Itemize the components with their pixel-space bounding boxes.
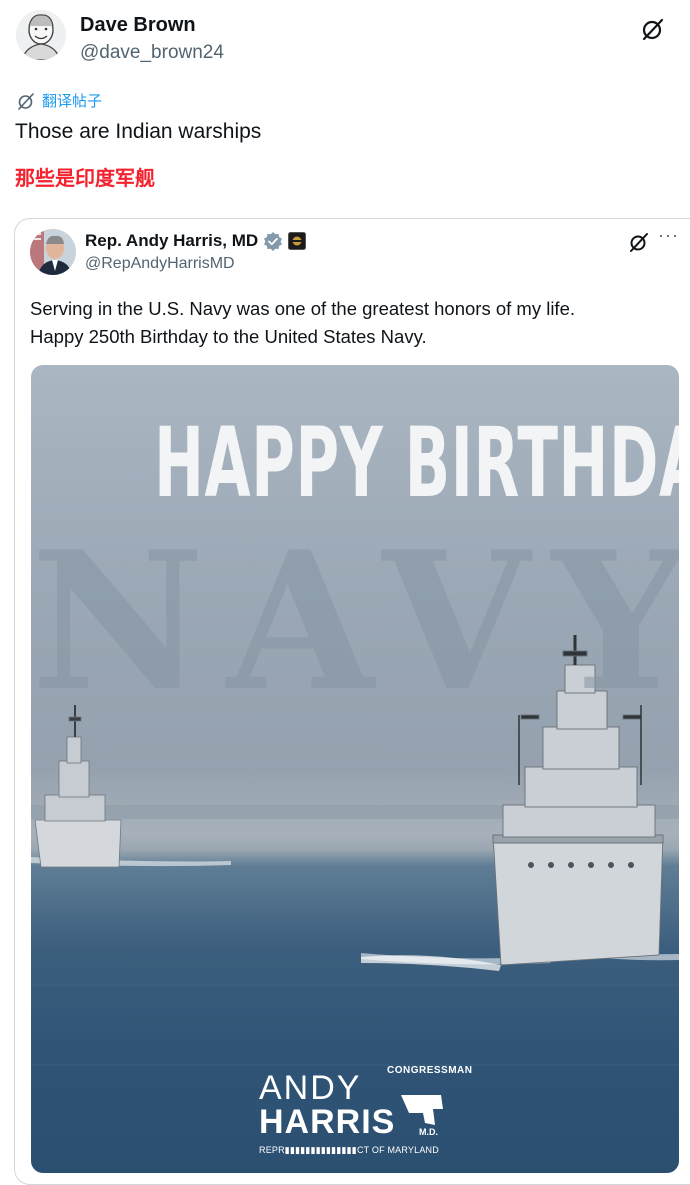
translate-post-label[interactable]: 翻译帖子: [42, 90, 102, 111]
translate-post-link[interactable]: 翻译帖子: [16, 90, 102, 111]
post-text: Those are Indian warships: [15, 120, 262, 143]
image-subheadline: NAVY: [31, 510, 679, 733]
logo-last-name: HARRIS: [259, 1103, 396, 1141]
congressman-logo: CONGRESSMAN ANDY HARRIS M.D. REPR▮▮▮▮▮▮▮…: [259, 1061, 499, 1161]
quoted-post-text: Serving in the U.S. Navy was one of the …: [30, 295, 670, 351]
quoted-author-handle[interactable]: @RepAndyHarrisMD: [85, 255, 235, 273]
quoted-author-name-row: Rep. Andy Harris, MD: [85, 231, 307, 251]
logo-district-line: REPR▮▮▮▮▮▮▮▮▮▮▮▮▮▮CT OF MARYLAND: [259, 1145, 439, 1155]
verified-badge-icon: [264, 232, 283, 251]
more-dots-icon[interactable]: ···: [658, 225, 679, 246]
post-translation: 那些是印度军舰: [15, 166, 155, 190]
logo-suffix: M.D.: [419, 1127, 438, 1137]
author-avatar[interactable]: [16, 10, 66, 60]
quoted-post-card[interactable]: Rep. Andy Harris, MD @RepAndyHarrisMD ··…: [14, 218, 690, 1185]
grok-icon[interactable]: [640, 16, 666, 42]
post: Dave Brown @dave_brown24 翻译帖子 Those are …: [0, 0, 690, 1185]
author-handle[interactable]: @dave_brown24: [80, 42, 224, 64]
quoted-post-text-line: Happy 250th Birthday to the United State…: [30, 326, 427, 347]
quoted-author-name[interactable]: Rep. Andy Harris, MD: [85, 231, 258, 251]
translate-icon: [18, 92, 34, 110]
quoted-post-image[interactable]: NAVY HAPPY BIRTHDAY CONGRESSMAN ANDY HAR…: [31, 365, 679, 1173]
affiliate-badge-icon[interactable]: [288, 232, 307, 250]
quoted-post-text-line: Serving in the U.S. Navy was one of the …: [30, 298, 575, 319]
author-name[interactable]: Dave Brown: [80, 14, 196, 37]
quoted-author-avatar[interactable]: [30, 229, 76, 275]
grok-icon[interactable]: [628, 231, 650, 253]
logo-top-label: CONGRESSMAN: [387, 1065, 473, 1076]
image-headline: HAPPY BIRTHDAY: [154, 407, 679, 519]
